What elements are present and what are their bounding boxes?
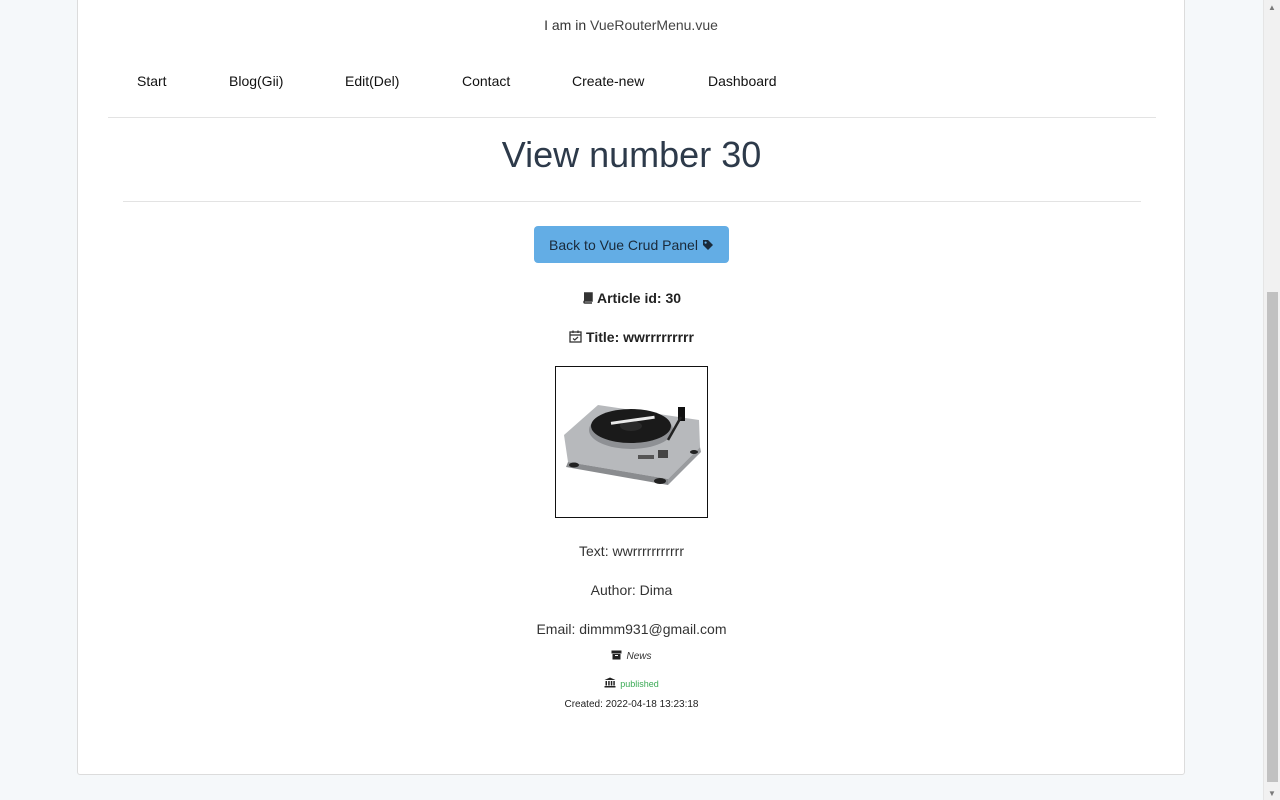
nav-divider (108, 117, 1156, 118)
back-button-label: Back to Vue Crud Panel (549, 236, 698, 253)
back-to-crud-panel-button[interactable]: Back to Vue Crud Panel (534, 226, 729, 263)
scroll-down-arrow-icon[interactable]: ▼ (1264, 786, 1280, 800)
category-row: News (0, 650, 1263, 662)
archive-icon (611, 650, 622, 660)
nav-item-blog[interactable]: Blog(Gii) (229, 73, 283, 89)
calendar-check-icon (569, 330, 582, 343)
category-text: News (626, 651, 652, 662)
email-field: Email: dimmm931@gmail.com (536, 621, 727, 637)
turntable-image (564, 405, 701, 485)
created-date: Created: 2022-04-18 13:23:18 (564, 699, 699, 710)
page-title: View number 30 (501, 134, 762, 175)
router-note-name: VueRouterMenu.vue (590, 17, 718, 33)
router-menu-note: I am in VueRouterMenu.vue (78, 17, 1184, 33)
book-icon (583, 292, 593, 304)
author-field: Author: Dima (590, 582, 673, 598)
nav-item-dashboard[interactable]: Dashboard (708, 73, 777, 89)
bank-icon (604, 677, 616, 688)
scrollbar-thumb[interactable] (1267, 292, 1278, 782)
status-row: published (0, 674, 1263, 690)
scroll-up-arrow-icon[interactable]: ▲ (1264, 0, 1280, 14)
article-id-text: Article id: 30 (596, 290, 682, 306)
nav-item-edit[interactable]: Edit(Del) (345, 73, 399, 89)
status-text: published (620, 679, 659, 689)
title-text: Title: wwrrrrrrrrr (586, 329, 694, 345)
nav-item-create-new[interactable]: Create-new (572, 73, 644, 89)
title-divider (123, 201, 1141, 202)
title-row: Title: wwrrrrrrrrr (0, 329, 1263, 345)
text-field: Text: wwrrrrrrrrrrr (579, 543, 684, 559)
page-scrollbar[interactable]: ▲ ▼ (1263, 0, 1280, 800)
article-id-row: Article id: 30 (0, 290, 1263, 306)
nav-item-start[interactable]: Start (137, 73, 167, 89)
nav-item-contact[interactable]: Contact (462, 73, 510, 89)
tag-icon (702, 239, 713, 250)
article-image (555, 366, 708, 518)
router-note-prefix: I am in (544, 17, 590, 33)
